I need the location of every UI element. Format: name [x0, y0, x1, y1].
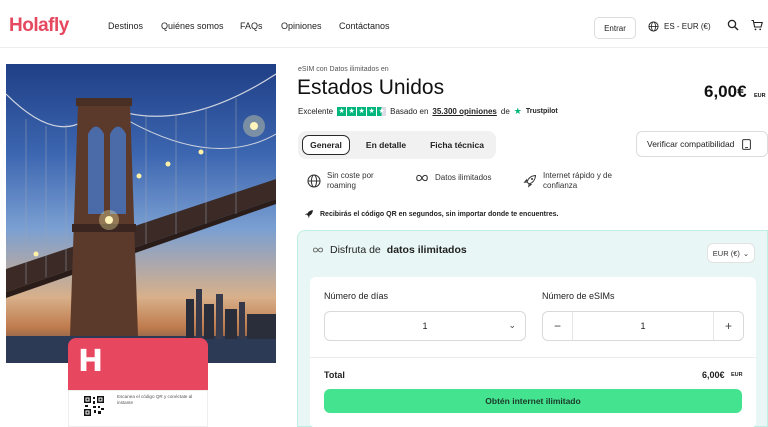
holafly-logo[interactable]: Holafly [9, 15, 69, 37]
language-currency-label: ES - EUR (€) [664, 22, 711, 31]
get-unlimited-internet-button[interactable]: Obtén internet ilimitado [324, 389, 742, 413]
qr-delivery-text: Recibirás el código QR en segundos, sin … [320, 210, 559, 218]
cart-icon[interactable] [751, 19, 763, 31]
rocket-icon [523, 174, 537, 188]
rating-connector: de [500, 107, 510, 116]
star-icon: ★ [367, 107, 377, 116]
nav-link-faqs[interactable]: FAQs [240, 21, 263, 31]
esim-card-qr-section: Escanea el código QR y conéctate al inst… [68, 390, 208, 427]
page-title: Estados Unidos [297, 76, 445, 99]
infinity-icon [313, 247, 323, 253]
feature-roaming-line2: roaming [327, 181, 356, 190]
star-icon: ★ [347, 107, 357, 116]
chevron-down-icon: ⌄ [508, 320, 516, 330]
nav-link-destinos[interactable]: Destinos [108, 21, 143, 31]
tab-en-detalle[interactable]: En detalle [356, 135, 416, 155]
phone-check-icon [742, 138, 752, 150]
trustpilot-star-icon: ★ [513, 106, 522, 116]
currency-select[interactable]: EUR (€) ⌄ [707, 243, 755, 263]
tab-ficha-tecnica[interactable]: Ficha técnica [422, 135, 492, 155]
infinity-icon [416, 174, 428, 182]
star-icon: ★ [337, 107, 347, 116]
days-value: 1 [422, 321, 428, 331]
rocket-icon [305, 210, 313, 218]
feature-unlimited-data: Datos ilimitados [415, 171, 491, 185]
login-button[interactable]: Entrar [594, 17, 636, 39]
rating-label: Excelente [298, 107, 334, 116]
language-currency-selector[interactable]: ES - EUR (€) [648, 21, 711, 32]
increment-button[interactable]: + [713, 312, 743, 340]
plan-title-prefix: Disfruta de [330, 244, 381, 256]
globe-icon [307, 174, 321, 188]
chevron-down-icon: ⌄ [742, 248, 750, 258]
rating-stars: ★ ★ ★ ★ ★ [337, 107, 387, 116]
product-price-currency: EUR [754, 93, 766, 99]
esim-card: H [68, 338, 208, 390]
qr-delivery-note: Recibirás el código QR en segundos, sin … [304, 209, 558, 219]
days-select[interactable]: 1 ⌄ [324, 311, 526, 341]
feature-roaming: Sin coste por roaming [307, 171, 374, 191]
feature-fast-internet-line2: confianza [543, 181, 578, 190]
divider [310, 357, 756, 358]
esim-card-caption: Escanea el código QR y conéctate al inst… [117, 394, 193, 405]
nav-link-opiniones[interactable]: Opiniones [281, 21, 322, 31]
trustpilot-logo: Trustpilot [525, 108, 558, 115]
feature-fast-internet: Internet rápido y de confianza [523, 171, 612, 191]
esims-quantity-stepper[interactable]: − 1 + [542, 311, 744, 341]
feature-unlimited-data-label: Datos ilimitados [435, 173, 492, 182]
star-icon: ★ [357, 107, 367, 116]
feature-fast-internet-line1: Internet rápido y de [543, 171, 612, 180]
plan-panel-title: Disfruta de datos ilimitados [312, 244, 467, 256]
rating-based-on: Basado en [390, 107, 429, 116]
esims-label: Número de eSIMs [542, 291, 615, 301]
trustpilot-rating: Excelente ★ ★ ★ ★ ★ Basado en 35.300 opi… [298, 106, 558, 117]
top-nav: Holafly Destinos Quiénes somos FAQs Opin… [0, 0, 768, 48]
bridge-illustration [6, 73, 276, 363]
qr-code-icon [83, 395, 105, 417]
product-tabs: General En detalle Ficha técnica [298, 131, 496, 159]
plan-panel: Disfruta de datos ilimitados EUR (€) ⌄ Nú… [297, 230, 768, 427]
plan-form: Número de días 1 ⌄ Número de eSIMs − 1 +… [310, 277, 756, 427]
holafly-card-logo: H [78, 344, 104, 379]
currency-select-value: EUR (€) [712, 248, 740, 258]
plan-title-bold: datos ilimitados [386, 244, 467, 256]
verify-compatibility-label: Verificar compatibilidad [647, 139, 735, 149]
nav-link-quienes-somos[interactable]: Quiénes somos [161, 21, 224, 31]
product-price: 6,00€ [704, 82, 747, 101]
product-eyebrow: eSIM con Datos ilimitados en [298, 66, 389, 73]
search-icon[interactable] [727, 19, 739, 31]
total-label: Total [324, 370, 345, 380]
total-value: 6,00€ [702, 370, 725, 380]
hero-image-brooklyn-bridge [6, 64, 276, 363]
total-currency: EUR [731, 372, 743, 378]
reviews-link[interactable]: 35.300 opiniones [432, 107, 496, 116]
feature-roaming-line1: Sin coste por [327, 171, 374, 180]
nav-link-contactanos[interactable]: Contáctanos [339, 21, 390, 31]
tab-general[interactable]: General [302, 135, 350, 155]
days-label: Número de días [324, 291, 389, 301]
verify-compatibility-button[interactable]: Verificar compatibilidad [636, 131, 768, 157]
half-star-icon: ★ [377, 107, 387, 116]
globe-icon [648, 21, 659, 32]
